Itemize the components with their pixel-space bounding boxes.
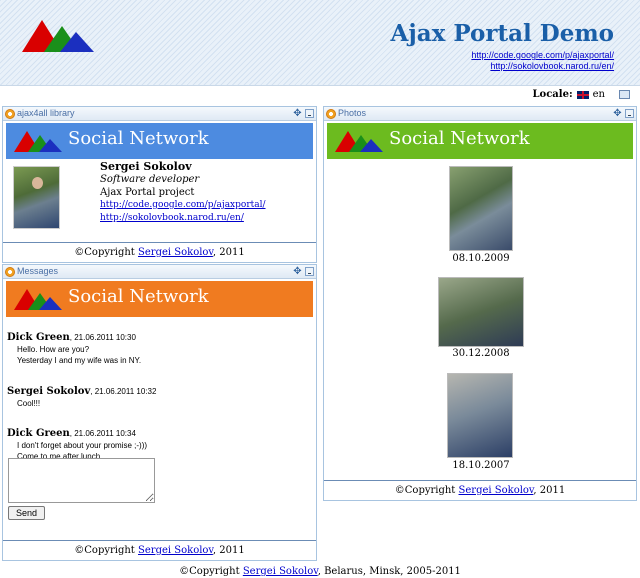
move-icon[interactable]: ✥ <box>613 109 622 119</box>
page-title: Ajax Portal Demo <box>390 20 614 47</box>
author-link[interactable]: Sergei Sokolov <box>459 485 534 496</box>
banner-title: Social Network <box>389 128 530 149</box>
profile-project: Ajax Portal project <box>100 187 195 198</box>
portlet-titlebar[interactable]: ajax4all library ✥ <box>3 107 316 121</box>
minimize-icon[interactable] <box>305 267 314 276</box>
message-time: , 21.06.2011 10:34 <box>69 429 136 438</box>
list-item: Dick Green, 21.06.2011 10:30 Hello. How … <box>7 325 156 366</box>
photo-date: 08.10.2009 <box>452 253 510 264</box>
profile-book-link[interactable]: http://sokolovbook.narod.ru/en/ <box>100 213 244 223</box>
logo-icon <box>335 131 383 152</box>
page-footer: ©Copyright Sergei Sokolov, Belarus, Mins… <box>0 566 640 577</box>
photos-portlet: Photos ✥ Social Network 08.10.2009 30.12… <box>323 106 637 501</box>
author-link[interactable]: Sergei Sokolov <box>138 247 213 258</box>
portlet-title: ajax4all library <box>17 108 75 118</box>
messages-portlet: Messages ✥ Social Network Dick Green, 21… <box>2 264 317 561</box>
gear-icon[interactable] <box>5 109 15 119</box>
photo-thumbnail[interactable] <box>438 277 524 347</box>
copyright-text: ©Copyright <box>179 566 243 577</box>
minimize-icon[interactable] <box>625 109 634 118</box>
uk-flag-icon[interactable] <box>576 90 589 99</box>
profile-avatar <box>13 166 60 229</box>
social-network-banner: Social Network <box>6 123 313 159</box>
portlet-title: Messages <box>17 266 59 276</box>
send-button[interactable]: Send <box>8 506 45 520</box>
site-header: Ajax Portal Demo http://code.google.com/… <box>0 0 640 86</box>
book-link[interactable]: http://sokolovbook.narod.ru/en/ <box>490 61 614 71</box>
message-line: Yesterday I and my wife was in NY. <box>17 356 142 365</box>
message-time: , 21.06.2011 10:32 <box>90 387 157 396</box>
copyright-year: , 2011 <box>212 247 245 258</box>
message-line: I don't forget about your promise ;-))) <box>17 441 148 450</box>
copyright-text: ©Copyright <box>74 247 139 258</box>
message-list: Dick Green, 21.06.2011 10:30 Hello. How … <box>7 325 156 462</box>
list-item: Sergei Sokolov, 21.06.2011 10:32 Cool!!! <box>7 379 156 409</box>
profile-role: Software developer <box>100 174 200 185</box>
portlet-title: Photos <box>338 108 367 118</box>
locale-selector: Locale: en <box>533 89 630 100</box>
portlet-titlebar[interactable]: Messages ✥ <box>3 265 316 279</box>
copyright-year: , 2011 <box>212 545 245 556</box>
profile-name: Sergei Sokolov <box>100 160 192 173</box>
message-author: Dick Green <box>7 428 70 439</box>
layout-icon[interactable] <box>619 90 630 99</box>
locale-value[interactable]: en <box>593 89 605 100</box>
banner-title: Social Network <box>68 128 209 149</box>
message-line: Cool!!! <box>17 399 41 408</box>
message-input[interactable] <box>8 458 155 503</box>
gear-icon[interactable] <box>326 109 336 119</box>
photo-thumbnail[interactable] <box>447 373 513 458</box>
message-author: Dick Green <box>7 332 70 343</box>
copyright-text: ©Copyright <box>394 485 459 496</box>
list-item: Dick Green, 21.06.2011 10:34 I don't for… <box>7 421 156 462</box>
author-link[interactable]: Sergei Sokolov <box>243 566 318 577</box>
copyright-location: , Belarus, Minsk, 2005-2011 <box>317 566 461 577</box>
social-network-banner: Social Network <box>327 123 633 159</box>
portlet-footer: ©Copyright Sergei Sokolov, 2011 <box>324 480 636 500</box>
logo-icon <box>14 131 62 152</box>
minimize-icon[interactable] <box>305 109 314 118</box>
library-portlet: ajax4all library ✥ Social Network Sergei… <box>2 106 317 263</box>
photo-date: 18.10.2007 <box>452 460 510 471</box>
message-author: Sergei Sokolov <box>7 386 91 397</box>
copyright-year: , 2011 <box>533 485 566 496</box>
photo-thumbnail[interactable] <box>449 166 513 251</box>
message-line: Hello. How are you? <box>17 345 90 354</box>
banner-title: Social Network <box>68 286 209 307</box>
move-icon[interactable]: ✥ <box>293 109 302 119</box>
move-icon[interactable]: ✥ <box>293 267 302 277</box>
gear-icon[interactable] <box>5 267 15 277</box>
copyright-text: ©Copyright <box>74 545 139 556</box>
author-link[interactable]: Sergei Sokolov <box>138 545 213 556</box>
social-network-banner: Social Network <box>6 281 313 317</box>
portlet-footer: ©Copyright Sergei Sokolov, 2011 <box>3 540 316 560</box>
portal-logo <box>22 20 94 52</box>
portlet-footer: ©Copyright Sergei Sokolov, 2011 <box>3 242 316 262</box>
locale-label: Locale: <box>532 89 573 100</box>
photo-date: 30.12.2008 <box>452 348 510 359</box>
portlet-titlebar[interactable]: Photos ✥ <box>324 107 636 121</box>
message-time: , 21.06.2011 10:30 <box>69 333 136 342</box>
project-link[interactable]: http://code.google.com/p/ajaxportal/ <box>471 50 614 60</box>
logo-icon <box>14 289 62 310</box>
profile-project-link[interactable]: http://code.google.com/p/ajaxportal/ <box>100 200 266 210</box>
